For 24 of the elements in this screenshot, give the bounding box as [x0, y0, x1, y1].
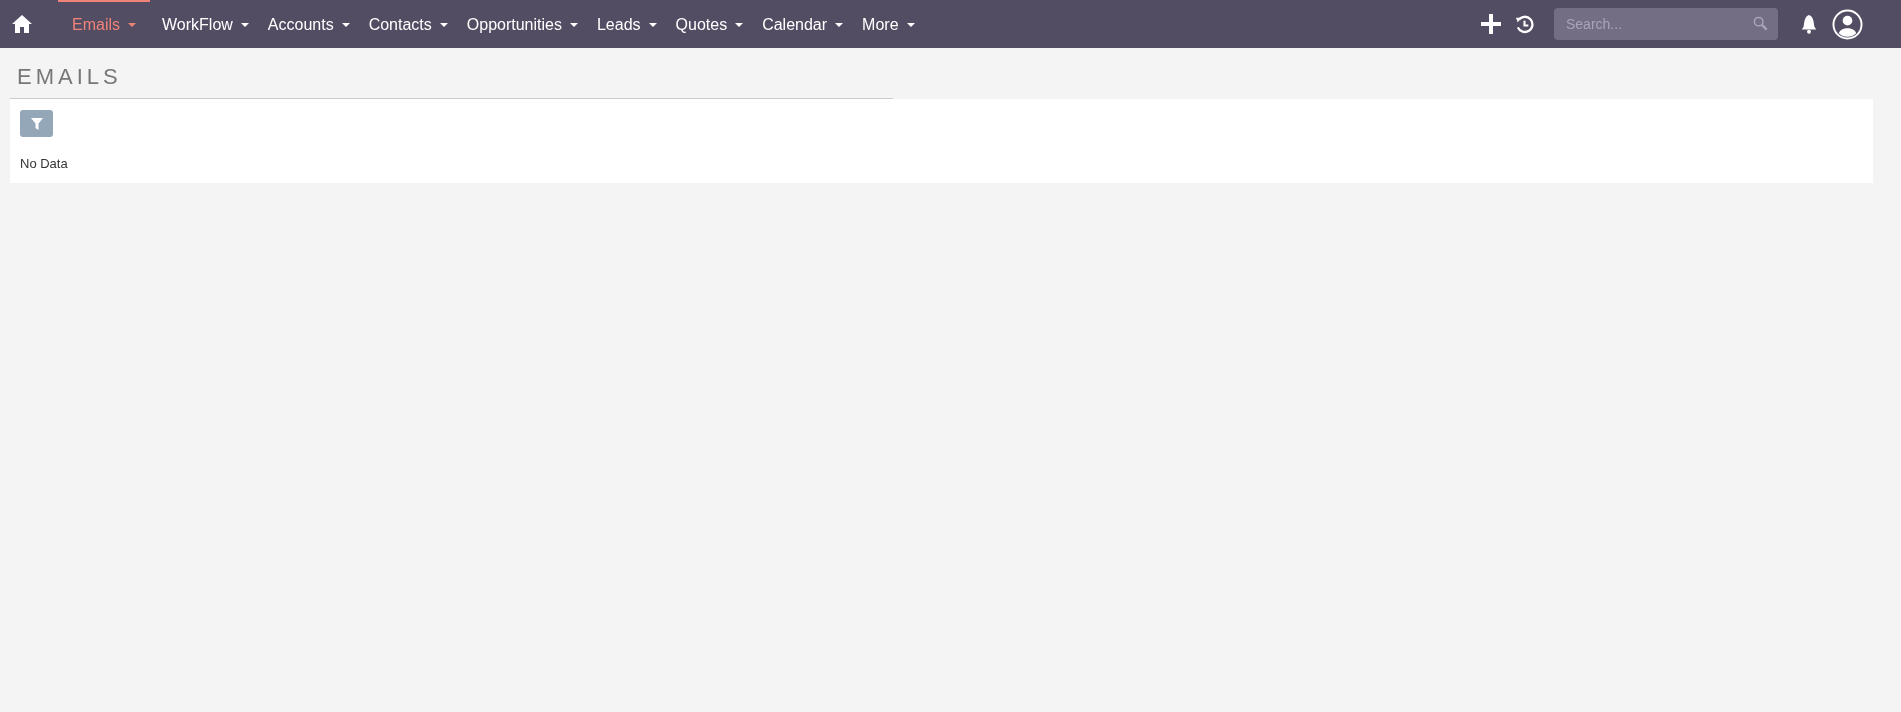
caret-icon: [906, 23, 915, 27]
empty-message: No Data: [20, 156, 69, 171]
nav-tab[interactable]: Accounts: [255, 0, 357, 48]
nav-tab[interactable]: Quotes: [663, 0, 751, 48]
caret-icon: [648, 23, 657, 27]
caret-icon: [835, 23, 844, 27]
caret-icon: [735, 23, 744, 27]
history-icon[interactable]: [1515, 14, 1534, 34]
nav-tab[interactable]: More: [850, 0, 922, 48]
nav-tab[interactable]: Calendar: [750, 0, 851, 48]
nav-tab[interactable]: Opportunities: [454, 0, 585, 48]
caret-icon: [240, 23, 249, 27]
home-icon[interactable]: [12, 15, 32, 33]
caret-icon: [341, 23, 350, 27]
nav-tab[interactable]: Contacts: [356, 0, 455, 48]
nav-tab[interactable]: WorkFlow: [150, 0, 256, 48]
funnel-icon: [30, 117, 43, 130]
nav-tab[interactable]: Leads: [584, 0, 664, 48]
caret-icon: [569, 23, 578, 27]
user-avatar-icon[interactable]: [1832, 8, 1863, 40]
caret-icon: [439, 23, 448, 27]
caret-icon: [128, 23, 136, 27]
bell-icon[interactable]: [1800, 14, 1818, 34]
plus-icon[interactable]: [1481, 14, 1501, 34]
